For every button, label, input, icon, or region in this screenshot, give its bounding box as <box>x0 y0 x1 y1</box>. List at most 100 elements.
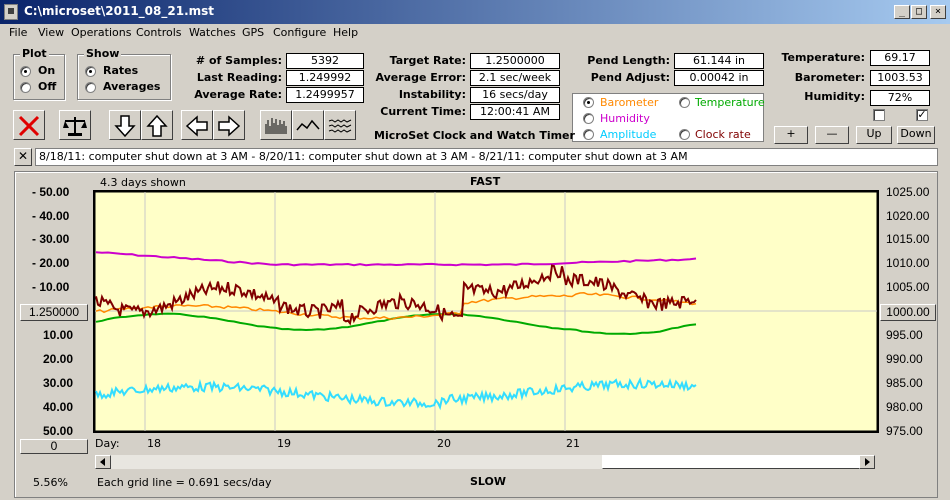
close-button[interactable]: × <box>930 5 946 19</box>
center-rate-button[interactable]: 1.250000 <box>20 304 88 321</box>
show-rates-label[interactable]: Rates <box>103 64 138 77</box>
bar-view-button[interactable] <box>260 110 292 140</box>
decrease-button[interactable]: — <box>815 126 849 144</box>
menu-controls[interactable]: Controls <box>136 26 182 39</box>
target-rate-value: 1.2500000 <box>470 53 560 69</box>
noise-view-button[interactable] <box>324 110 356 140</box>
last-reading-value: 1.249992 <box>286 70 364 86</box>
left-tick-fast-40: - 40.00 <box>32 209 70 223</box>
center-barometer-button[interactable]: 1000.00 <box>880 304 936 321</box>
temperature-label: Temperature: <box>781 51 865 64</box>
current-time-value: 12:00:41 AM <box>470 104 560 120</box>
menu-help[interactable]: Help <box>333 26 358 39</box>
show-rates-radio[interactable] <box>85 66 96 77</box>
target-rate-label: Target Rate: <box>389 54 466 67</box>
instability-value: 16 secs/day <box>470 87 560 103</box>
menu-view[interactable]: View <box>38 26 64 39</box>
app-icon[interactable] <box>4 4 18 20</box>
menu-watches[interactable]: Watches <box>189 26 236 39</box>
plot-off-radio[interactable] <box>20 82 31 93</box>
maximize-button[interactable]: □ <box>911 5 927 19</box>
day-tick-21: 21 <box>566 437 580 450</box>
left-tick-slow-20: 20.00 <box>43 352 74 366</box>
left-tick-slow-50: 50.00 <box>43 424 74 438</box>
rate-plot[interactable] <box>93 190 879 433</box>
scroll-down-button[interactable] <box>109 110 141 140</box>
triangle-right-icon <box>865 458 870 466</box>
show-group-label: Show <box>84 47 122 60</box>
scroll-thumb[interactable] <box>602 455 860 469</box>
app-caption: MicroSet Clock and Watch Timer <box>374 129 575 142</box>
barometer-label: Barometer: <box>794 71 865 84</box>
offset-button[interactable]: 0 <box>20 439 88 454</box>
menu-bar: File View Operations Controls Watches GP… <box>0 24 950 42</box>
clear-data-button[interactable] <box>13 110 45 140</box>
line-view-button[interactable] <box>292 110 324 140</box>
samples-value: 5392 <box>286 53 364 69</box>
series-temperature-label[interactable]: Temperature <box>695 96 765 109</box>
window-title: C:\microset\2011_08_21.mst <box>24 4 215 18</box>
arrow-up-icon <box>146 114 168 137</box>
series-barometer-label[interactable]: Barometer <box>600 96 658 109</box>
plot-on-label[interactable]: On <box>38 64 55 77</box>
arrow-down-icon <box>114 115 136 138</box>
show-averages-label[interactable]: Averages <box>103 80 160 93</box>
clear-notes-button[interactable]: ✕ <box>14 148 32 166</box>
scroll-left-button[interactable] <box>181 110 213 140</box>
arrow-right-icon <box>218 115 241 137</box>
scroll-left-arrow[interactable] <box>95 455 111 469</box>
right-tick-995: 995.00 <box>886 328 923 342</box>
average-rate-value: 1.2499957 <box>286 87 364 103</box>
series-humidity-label[interactable]: Humidity <box>600 112 650 125</box>
scroll-right-arrow[interactable] <box>859 455 875 469</box>
right-tick-1010: 1010.00 <box>886 256 930 270</box>
plot-group: Plot On Off <box>13 47 65 100</box>
menu-operations[interactable]: Operations <box>71 26 131 39</box>
current-time-label: Current Time: <box>380 105 466 118</box>
title-bar[interactable]: C:\microset\2011_08_21.mst _ □ × <box>0 0 950 24</box>
increase-button[interactable]: + <box>774 126 808 144</box>
scroll-up-button[interactable] <box>141 110 173 140</box>
left-tick-slow-40: 40.00 <box>43 400 74 414</box>
scroll-right-button[interactable] <box>213 110 245 140</box>
notes-field[interactable]: 8/18/11: computer shut down at 3 AM - 8/… <box>35 148 938 166</box>
series-humidity-radio[interactable] <box>583 113 594 124</box>
pend-adjust-value: 0.00042 in <box>674 70 764 86</box>
down-button[interactable]: Down <box>897 126 935 144</box>
menu-gps[interactable]: GPS <box>242 26 264 39</box>
pend-length-label: Pend Length: <box>587 54 670 67</box>
series-amplitude-radio[interactable] <box>583 129 594 140</box>
up-button[interactable]: Up <box>856 126 892 144</box>
day-tick-20: 20 <box>437 437 451 450</box>
option-checkbox-1[interactable] <box>873 109 885 121</box>
series-temperature-radio[interactable] <box>679 97 690 108</box>
average-error-value: 2.1 sec/week <box>470 70 560 86</box>
humidity-label: Humidity: <box>804 90 865 103</box>
option-checkbox-2[interactable]: ✓ <box>916 109 928 121</box>
plot-off-label[interactable]: Off <box>38 80 56 93</box>
menu-configure[interactable]: Configure <box>273 26 326 39</box>
series-clock-rate-label[interactable]: Clock rate <box>695 128 751 141</box>
day-label: Day: <box>95 437 120 450</box>
series-select-box: Barometer Temperature Humidity Amplitude… <box>572 93 765 142</box>
plot-on-radio[interactable] <box>20 66 31 77</box>
temperature-value: 69.17 <box>870 50 930 66</box>
bars-icon <box>265 118 287 134</box>
right-tick-1005: 1005.00 <box>886 280 930 294</box>
series-barometer-radio[interactable] <box>583 97 594 108</box>
menu-file[interactable]: File <box>9 26 27 39</box>
horizontal-scrollbar[interactable] <box>94 454 876 470</box>
show-averages-radio[interactable] <box>85 82 96 93</box>
instability-label: Instability: <box>398 88 466 101</box>
series-clock-rate-radio[interactable] <box>679 129 690 140</box>
percent-readout: 5.56% <box>33 476 68 489</box>
fast-label: FAST <box>470 175 501 188</box>
right-tick-990: 990.00 <box>886 352 923 366</box>
barometer-value: 1003.53 <box>870 70 930 86</box>
pend-adjust-label: Pend Adjust: <box>590 71 670 84</box>
noise-lines-icon <box>328 119 352 133</box>
show-group: Show Rates Averages <box>77 47 171 100</box>
minimize-button[interactable]: _ <box>894 5 910 19</box>
series-amplitude-label[interactable]: Amplitude <box>600 128 656 141</box>
balance-button[interactable] <box>59 110 91 140</box>
